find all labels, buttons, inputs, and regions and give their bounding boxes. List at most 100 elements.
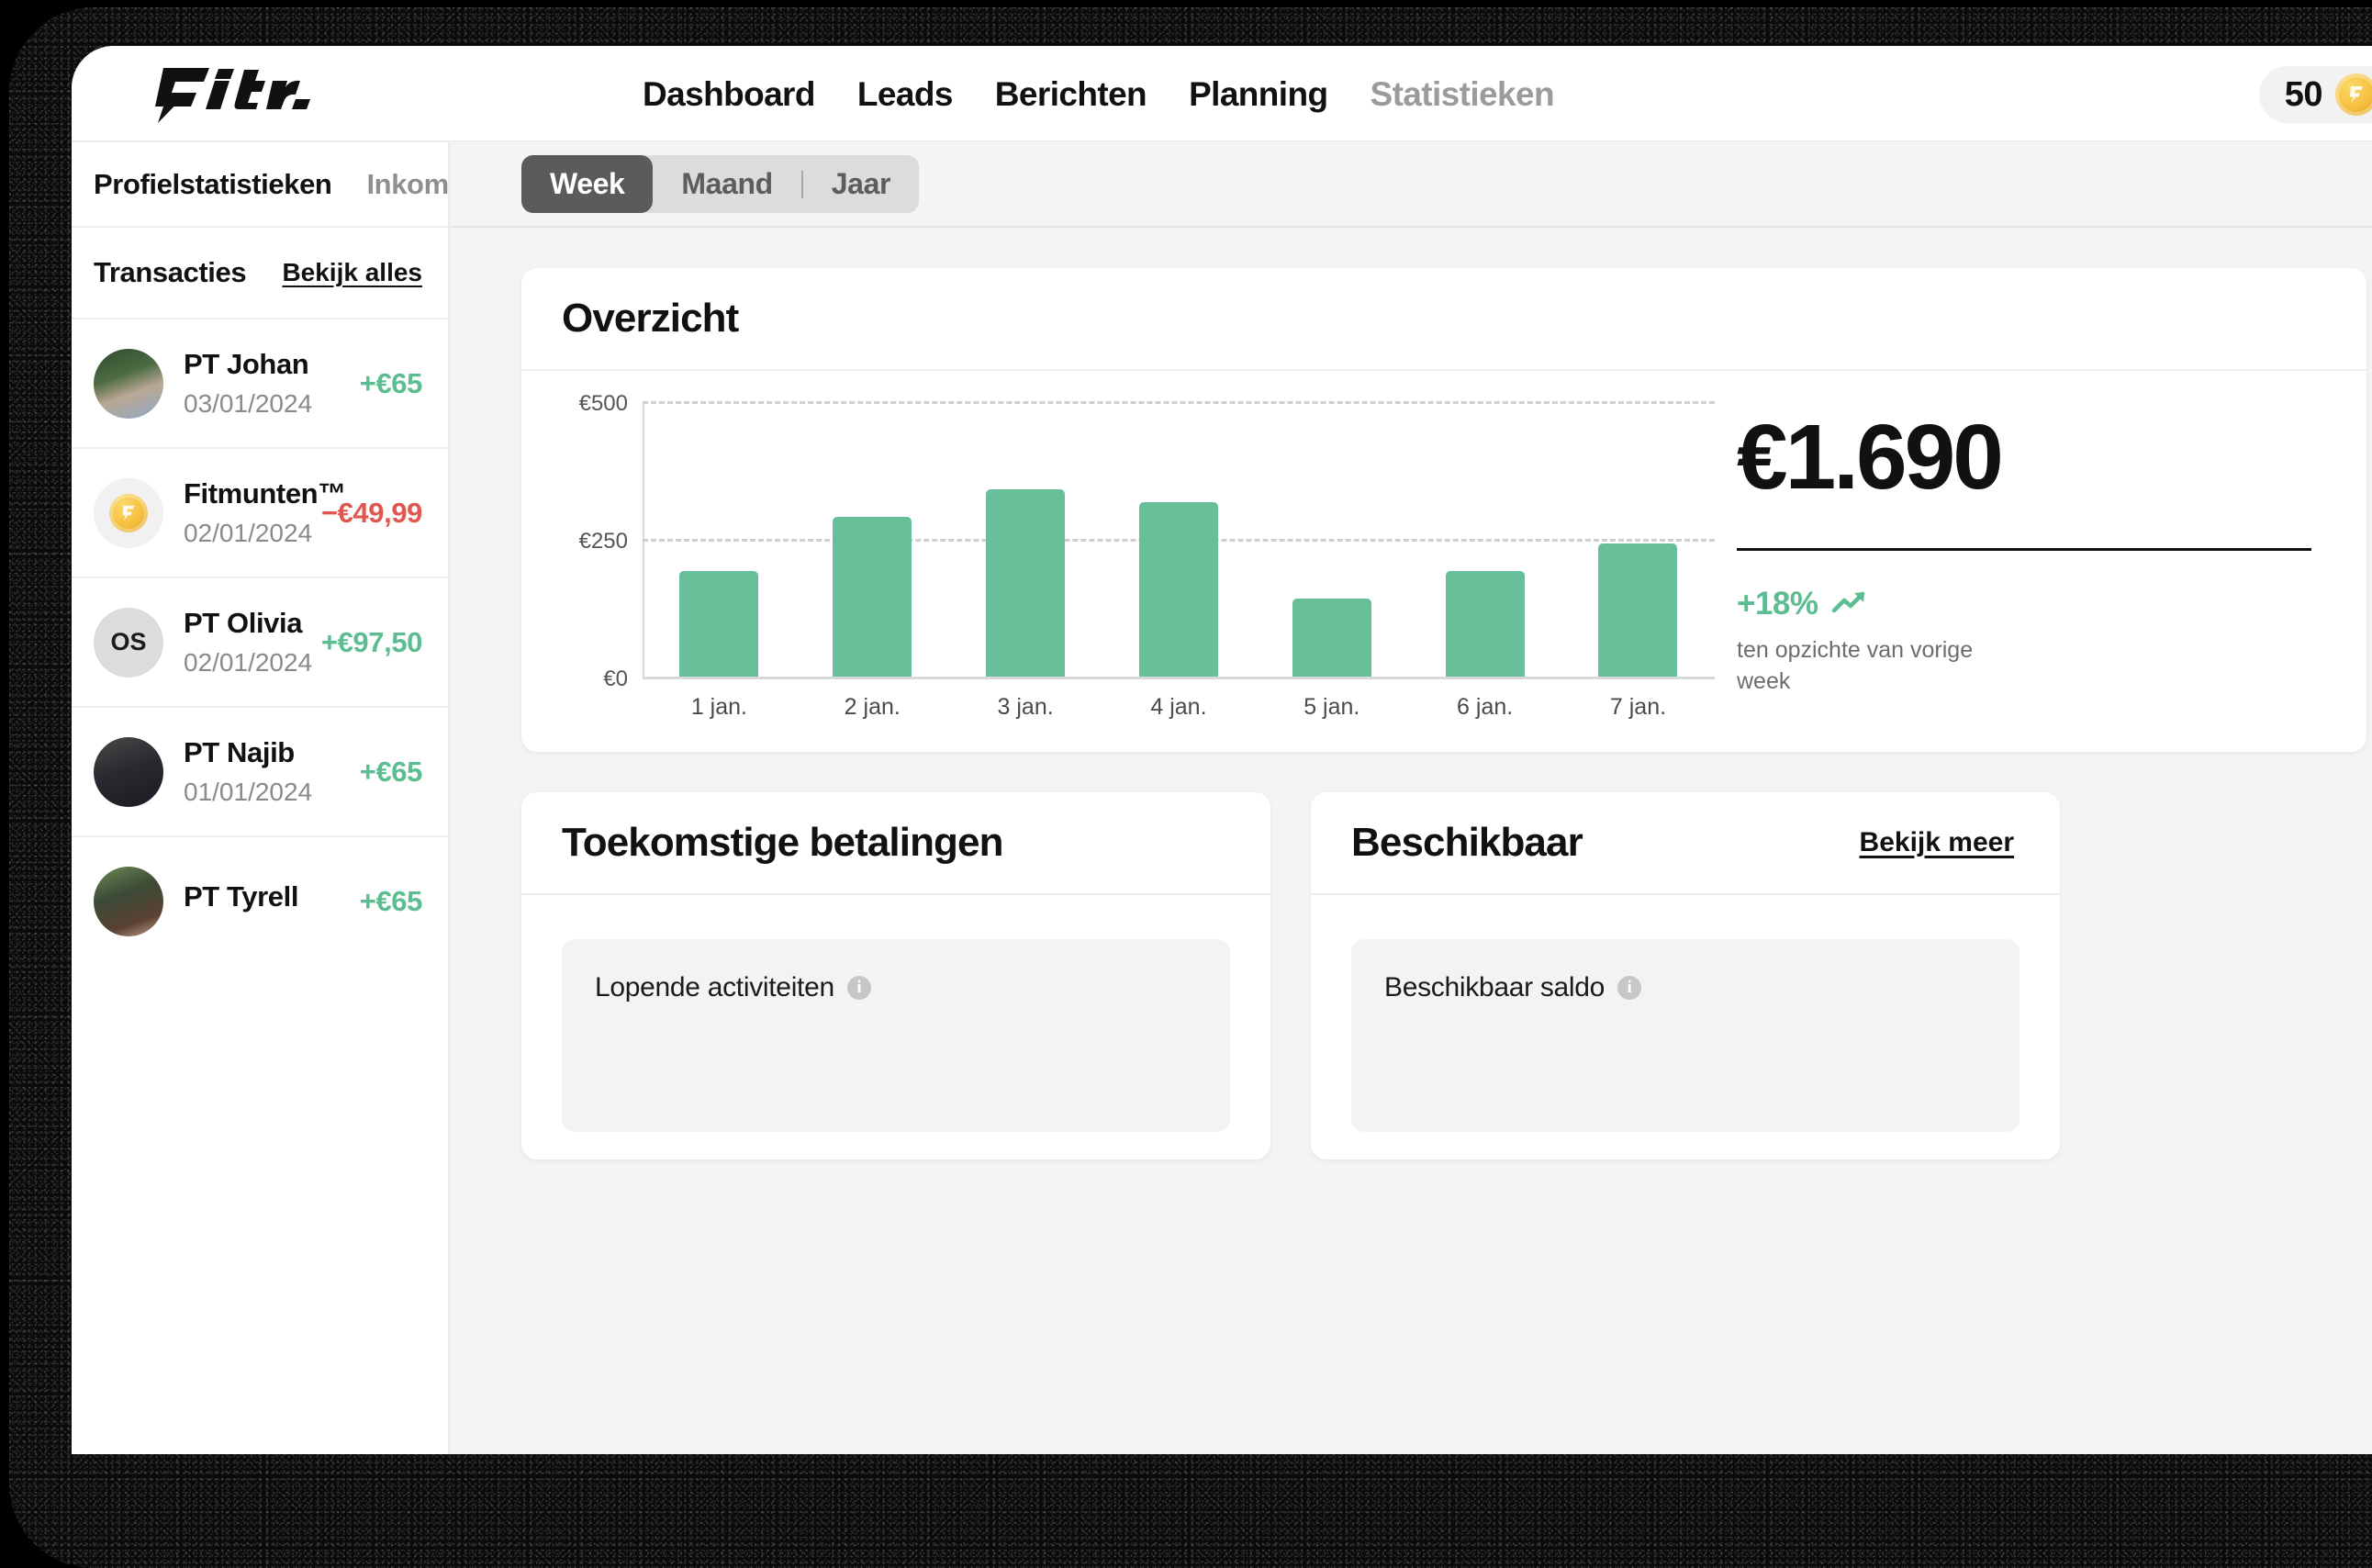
app-body: Profielstatistieken Inkomsten Transactie… (72, 142, 2372, 1454)
app-window: Dashboard Leads Berichten Planning Stati… (72, 46, 2372, 1454)
ongoing-activities-tile: Lopende activiteiten i (562, 939, 1230, 1132)
bar[interactable] (1138, 502, 1218, 677)
transaction-amount: +€97,50 (320, 625, 423, 658)
coin-count: 50 (2284, 74, 2323, 114)
bar[interactable] (1598, 543, 1678, 677)
x-axis-tick-label: 6 jan. (1457, 694, 1514, 720)
bar-column[interactable] (1292, 401, 1371, 677)
coin-balance-pill[interactable]: 50 (2258, 66, 2372, 123)
bar-column[interactable] (1138, 401, 1218, 677)
x-axis-tick-label: 2 jan. (844, 694, 901, 720)
delta-percentage: +18% (1737, 586, 1818, 622)
summary-divider (1737, 548, 2311, 551)
avatar: OS (94, 607, 163, 678)
transaction-info: PT Olivia 02/01/2024 (184, 607, 313, 678)
available-balance-label-row: Beschikbaar saldo i (1384, 972, 1986, 1003)
transaction-amount: +€65 (359, 884, 423, 917)
period-option-maand[interactable]: Maand (653, 155, 800, 213)
transaction-row[interactable]: PT Najib 01/01/2024 +€65 (72, 706, 448, 835)
overview-card-body: €0 €250 €500 1 jan. 2 jan. 3 jan. 4 jan. 5 jan… (521, 371, 2366, 752)
ongoing-activities-label: Lopende activiteiten (595, 972, 834, 1002)
transaction-name: PT Najib (184, 736, 295, 768)
x-axis-tick-label: 5 jan. (1303, 694, 1360, 720)
avatar (94, 348, 163, 419)
x-axis-tick-label: 3 jan. (997, 694, 1054, 720)
info-icon[interactable]: i (1617, 976, 1642, 1000)
sidebar-tabs: Profielstatistieken Inkomsten (72, 142, 448, 228)
view-more-link[interactable]: Bekijk meer (1860, 827, 2014, 858)
y-axis-tick-label: €0 (603, 666, 628, 691)
main-content: Week Maand Jaar Overzicht €0 €250 €500 1… (450, 142, 2372, 1454)
x-axis (643, 677, 1715, 679)
transaction-amount: +€65 (359, 755, 423, 788)
bar-column[interactable] (679, 401, 759, 677)
total-earnings: €1.690 (1737, 406, 2004, 509)
transaction-info: Fitmunten™ 02/01/2024 (184, 477, 346, 548)
main-nav: Dashboard Leads Berichten Planning Stati… (643, 46, 1555, 142)
transaction-info: PT Najib 01/01/2024 (184, 736, 340, 807)
overview-card-header: Overzicht (521, 268, 2366, 371)
ongoing-activities-label-row: Lopende activiteiten i (595, 972, 1197, 1003)
transaction-row[interactable]: OS PT Olivia 02/01/2024 +€97,50 (72, 577, 448, 706)
period-option-week[interactable]: Week (521, 155, 654, 213)
y-axis-tick-label: €500 (578, 391, 628, 416)
bottom-cards-row: Toekomstige betalingen Lopende activitei… (521, 792, 2372, 1159)
transaction-row[interactable]: PT Tyrell +€65 (72, 835, 448, 965)
y-axis-tick-label: €250 (578, 529, 628, 554)
transaction-info: PT Tyrell (184, 880, 340, 922)
period-selector: Week Maand Jaar (521, 155, 920, 213)
available-balance-label: Beschikbaar saldo (1384, 972, 1606, 1002)
transaction-date: 01/01/2024 (184, 778, 313, 806)
available-balance-card: Beschikbaar Bekijk meer Beschikbaar sald… (1311, 792, 2060, 1159)
bar-column[interactable] (986, 401, 1066, 677)
future-payments-card: Toekomstige betalingen Lopende activitei… (521, 792, 1270, 1159)
transaction-date: 02/01/2024 (184, 519, 313, 547)
future-payments-header: Toekomstige betalingen (521, 792, 1270, 895)
chart-plot-area: €0 €250 €500 (579, 391, 1715, 691)
available-balance-title: Beschikbaar (1351, 820, 1583, 865)
view-all-link[interactable]: Bekijk alles (282, 258, 422, 287)
transaction-date: 02/01/2024 (184, 648, 313, 677)
bar-column[interactable] (1598, 401, 1678, 677)
fit-coin-icon (2335, 73, 2372, 116)
overview-card: Overzicht €0 €250 €500 1 jan. 2 jan. 3 jan. 4… (521, 268, 2366, 752)
sidebar-tab-profielstatistieken[interactable]: Profielstatistieken (94, 168, 332, 201)
period-option-jaar[interactable]: Jaar (803, 155, 919, 213)
x-axis-labels: 1 jan. 2 jan. 3 jan. 4 jan. 5 jan. 6 jan. 7 ja… (643, 679, 1715, 721)
transaction-name: PT Olivia (184, 607, 303, 639)
delta-row: +18% (1737, 586, 2311, 622)
bar[interactable] (986, 489, 1066, 677)
bar[interactable] (679, 570, 759, 677)
transaction-row[interactable]: PT Johan 03/01/2024 +€65 (72, 318, 448, 447)
x-axis-tick-label: 1 jan. (690, 694, 747, 720)
nav-item-berichten[interactable]: Berichten (995, 75, 1147, 114)
nav-item-leads[interactable]: Leads (857, 75, 954, 114)
bar[interactable] (1445, 570, 1525, 677)
bar[interactable] (833, 517, 912, 677)
x-axis-tick-label: 4 jan. (1150, 694, 1207, 720)
earnings-summary: €1.690 +18% ten opzichte van vorige week (1715, 404, 2366, 721)
earnings-bar-chart: €0 €250 €500 1 jan. 2 jan. 3 jan. 4 jan. 5 jan… (521, 391, 1715, 721)
top-navigation-bar: Dashboard Leads Berichten Planning Stati… (72, 46, 2372, 142)
available-balance-tile: Beschikbaar saldo i (1351, 939, 2020, 1132)
bar-column[interactable] (833, 401, 912, 677)
transaction-amount: +€65 (359, 366, 423, 399)
info-icon[interactable]: i (846, 976, 871, 1000)
fit-coin-icon (94, 477, 163, 548)
transaction-name: PT Tyrell (184, 880, 299, 913)
bar[interactable] (1292, 599, 1371, 677)
sidebar-tab-inkomsten[interactable]: Inkomsten (366, 168, 448, 201)
transaction-date: 03/01/2024 (184, 389, 313, 418)
period-selector-bar: Week Maand Jaar (450, 142, 2372, 228)
transactions-title: Transacties (94, 256, 247, 288)
nav-item-dashboard[interactable]: Dashboard (643, 75, 815, 114)
nav-item-statistieken[interactable]: Statistieken (1370, 75, 1554, 114)
avatar (94, 866, 163, 936)
nav-item-planning[interactable]: Planning (1189, 75, 1328, 114)
transaction-info: PT Johan 03/01/2024 (184, 348, 340, 419)
fitr-logo[interactable] (130, 66, 314, 123)
bars-group (643, 401, 1715, 677)
transaction-row[interactable]: Fitmunten™ 02/01/2024 −€49,99 (72, 447, 448, 577)
bar-column[interactable] (1445, 401, 1525, 677)
transaction-name: Fitmunten™ (184, 477, 346, 510)
